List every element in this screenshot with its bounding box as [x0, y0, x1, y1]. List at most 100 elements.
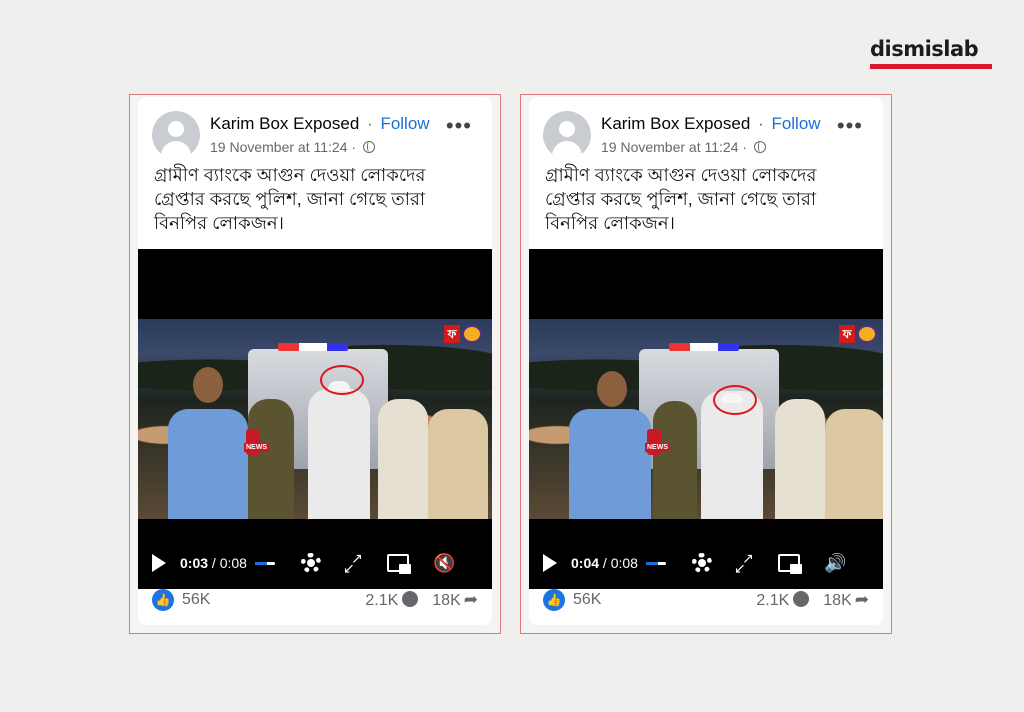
channel-logo: ফ: [444, 325, 484, 343]
author-name[interactable]: Karim Box Exposed: [601, 114, 750, 133]
post-meta: 19 November at 11:24 ·: [601, 139, 823, 155]
van-lights: [669, 343, 739, 351]
play-icon[interactable]: [152, 554, 166, 572]
avatar-head: [168, 121, 184, 137]
post-caption: গ্রামীণ ব্যাংকে আগুন দেওয়া লোকদের গ্রেপ…: [154, 165, 426, 233]
screenshot-frame-left: Karim Box Exposed · Follow 19 November a…: [129, 94, 501, 634]
avatar-head: [559, 121, 575, 137]
settings-gear-icon[interactable]: [691, 553, 712, 573]
channel-badge: [462, 325, 482, 343]
post-caption: গ্রামীণ ব্যাংকে আগুন দেওয়া লোকদের গ্রেপ…: [545, 165, 817, 233]
progress-bar[interactable]: [645, 561, 666, 565]
separator-dot: ·: [367, 114, 373, 133]
more-options-icon[interactable]: •••: [837, 115, 863, 137]
video-frame: NEWS ফ: [138, 319, 492, 519]
meta-separator: ·: [742, 139, 748, 155]
channel-glyph: ফ: [839, 325, 855, 343]
like-reaction-icon[interactable]: 👍: [543, 589, 565, 611]
mic-label: NEWS: [645, 443, 670, 452]
author-name[interactable]: Karim Box Exposed: [210, 114, 359, 133]
more-options-icon[interactable]: •••: [446, 115, 472, 137]
channel-badge: [857, 325, 877, 343]
logo-text: dismislab: [870, 37, 979, 61]
video-controls: 0:03 / 0:08 🔇: [138, 537, 492, 589]
mic-label: NEWS: [244, 443, 269, 452]
avatar-body: [161, 141, 191, 159]
time-separator: /: [208, 555, 220, 571]
channel-logo: ফ: [839, 325, 879, 343]
author-line: Karim Box Exposed · Follow: [601, 114, 823, 134]
person-mid-right: [775, 399, 825, 519]
follow-button[interactable]: Follow: [771, 114, 820, 133]
police-officer: [653, 401, 697, 519]
current-time: 0:04: [571, 555, 600, 571]
comment-count[interactable]: 2.1K: [756, 590, 810, 610]
share-icon: ➦: [854, 590, 869, 609]
picture-in-picture-icon[interactable]: [777, 554, 802, 574]
author-line: Karim Box Exposed · Follow: [210, 114, 432, 134]
picture-in-picture-icon[interactable]: [386, 554, 411, 574]
post-timestamp[interactable]: 19 November at 11:24: [601, 139, 739, 155]
like-count[interactable]: 56K: [182, 591, 210, 609]
video-time: 0:04 / 0:08: [571, 555, 638, 571]
reporter: [569, 409, 651, 519]
detained-man: [308, 389, 370, 519]
logo-underline: [870, 64, 992, 69]
dismislab-logo: dismislab: [870, 36, 994, 69]
reporter: [168, 409, 248, 519]
share-count-value: 18K: [823, 592, 852, 609]
share-icon: ➦: [463, 590, 478, 609]
video-frame: NEWS ফ: [529, 319, 883, 519]
post-header: Karim Box Exposed · Follow 19 November a…: [601, 114, 823, 155]
share-count[interactable]: 18K ➦: [823, 590, 869, 610]
channel-glyph: ফ: [444, 325, 460, 343]
share-count-value: 18K: [432, 592, 461, 609]
video-controls: 0:04 / 0:08 🔊: [529, 537, 883, 589]
progress-bar[interactable]: [254, 561, 275, 565]
facebook-post-card: Karim Box Exposed · Follow 19 November a…: [529, 97, 883, 625]
post-timestamp[interactable]: 19 November at 11:24: [210, 139, 348, 155]
time-separator: /: [599, 555, 611, 571]
meta-separator: ·: [351, 139, 357, 155]
globe-icon: [362, 141, 375, 153]
comment-icon: [402, 590, 419, 607]
video-time: 0:03 / 0:08: [180, 555, 247, 571]
highlight-circle: [320, 365, 364, 395]
highlight-circle: [713, 385, 757, 415]
avatar-body: [552, 141, 582, 159]
police-officer: [248, 399, 294, 519]
post-footer: 👍 56K 2.1K 18K ➦: [543, 587, 869, 613]
post-header: Karim Box Exposed · Follow 19 November a…: [210, 114, 432, 155]
post-footer: 👍 56K 2.1K 18K ➦: [152, 587, 478, 613]
like-count[interactable]: 56K: [573, 591, 601, 609]
screenshot-frame-right: Karim Box Exposed · Follow 19 November a…: [520, 94, 892, 634]
video-player[interactable]: NEWS ফ 0:04 / 0:08 🔊: [529, 249, 883, 589]
person-mid-right: [378, 399, 428, 519]
play-icon[interactable]: [543, 554, 557, 572]
video-player[interactable]: NEWS ফ 0:03 / 0:08 🔇: [138, 249, 492, 589]
volume-icon[interactable]: 🔊: [824, 553, 846, 573]
fullscreen-expand-icon[interactable]: [734, 548, 754, 578]
person-right: [825, 409, 883, 519]
volume-muted-icon[interactable]: 🔇: [433, 553, 455, 573]
avatar[interactable]: [543, 111, 591, 159]
post-meta: 19 November at 11:24 ·: [210, 139, 432, 155]
settings-gear-icon[interactable]: [300, 553, 321, 573]
reporter-head: [193, 367, 223, 403]
reporter-head: [597, 371, 627, 407]
comment-count[interactable]: 2.1K: [365, 590, 419, 610]
video-duration: 0:08: [219, 555, 247, 571]
avatar[interactable]: [152, 111, 200, 159]
current-time: 0:03: [180, 555, 209, 571]
comment-count-value: 2.1K: [365, 591, 399, 609]
person-right: [428, 409, 488, 519]
globe-icon: [753, 141, 766, 153]
like-reaction-icon[interactable]: 👍: [152, 589, 174, 611]
follow-button[interactable]: Follow: [380, 114, 429, 133]
van-lights: [278, 343, 348, 351]
comment-count-value: 2.1K: [756, 591, 790, 609]
comment-icon: [793, 590, 810, 607]
facebook-post-card: Karim Box Exposed · Follow 19 November a…: [138, 97, 492, 625]
share-count[interactable]: 18K ➦: [432, 590, 478, 610]
fullscreen-expand-icon[interactable]: [343, 548, 363, 578]
